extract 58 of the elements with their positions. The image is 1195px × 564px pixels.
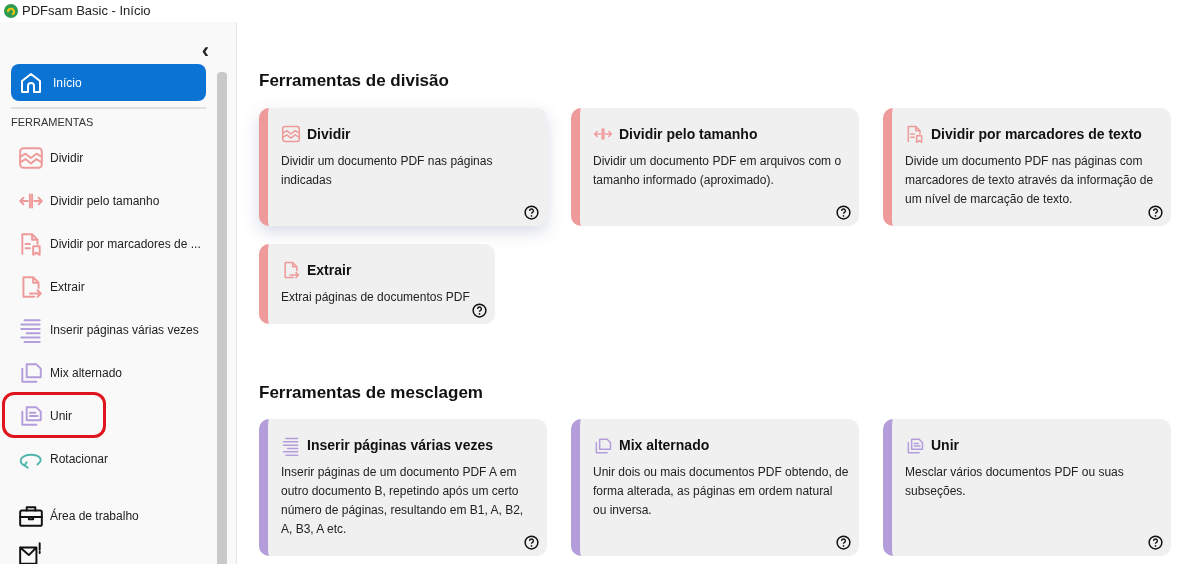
window-title: PDFsam Basic - Início [22, 2, 151, 21]
help-icon[interactable] [524, 204, 539, 220]
sidebar-item[interactable]: Unir [50, 407, 72, 425]
sidebar-item[interactable]: Extrair [50, 278, 85, 296]
sidebar-row[interactable]: Dividir pelo tamanho [0, 179, 217, 223]
lines-icon [281, 435, 301, 456]
card-description: Unir dois ou mais documentos PDF obtendo, de forma alterada, as páginas em ordem natural ou inversa. [593, 464, 849, 519]
sidebar-row[interactable]: Dividir por marcadores de ... [0, 222, 217, 266]
sidebar-item[interactable]: Área de trabalho [50, 506, 139, 525]
card-description: Extrai páginas de documentos PDF [281, 288, 471, 306]
help-icon[interactable] [1148, 204, 1163, 220]
card-title: Dividir por marcadores de texto [931, 124, 1142, 144]
envelope-icon [18, 540, 44, 564]
home-nav-item[interactable]: Início [11, 64, 206, 101]
tool-card[interactable]: Extrair Extrai páginas de documentos PDF [259, 243, 495, 324]
sidebar-row[interactable]: Dividir [0, 136, 217, 180]
section-heading: Ferramentas de divisão [259, 70, 450, 92]
card-title: Dividir pelo tamanho [619, 124, 758, 144]
tool-card[interactable]: Mix alternado Unir dois ou mais documentos PDF obtendo, de forma alterada, as páginas em ordem natural ou inversa. [571, 419, 859, 556]
sidebar-item[interactable]: Rotacionar [50, 450, 109, 468]
card-description: Mesclar vários documentos PDF ou suas subseções. [905, 464, 1125, 500]
collapse-button[interactable]: ‹ [201, 40, 209, 62]
card-title: Extrair [307, 260, 352, 280]
card-description: Inserir páginas de um documento PDF A em outro documento B, repetindo após um certo número de páginas, resultando em B1, A, B2, A, B3, A etc. [281, 464, 525, 538]
sidebar-row[interactable]: Rotacionar [0, 437, 217, 481]
help-icon[interactable] [472, 302, 487, 318]
sidebar-row[interactable]: Extrair [0, 265, 217, 309]
tool-card[interactable]: Dividir Dividir um documento PDF nas páginas indicadas [259, 107, 547, 226]
help-icon[interactable] [836, 535, 851, 550]
help-icon[interactable] [1148, 535, 1163, 550]
section-heading: Ferramentas de mesclagem [259, 381, 484, 404]
tool-card[interactable]: Inserir páginas várias vezes Inserir páginas de um documento PDF A em outro documento B, repetindo após um certo número de páginas, resultando em B1, A, B2, A, B3, A etc. [259, 419, 547, 556]
card-description: Divide um documento PDF nas páginas com marcadores de texto através da informação de um nível de marcação de texto. [905, 152, 1155, 208]
sidebar-item[interactable]: Mix alternado [50, 364, 123, 382]
tool-card[interactable]: Dividir por marcadores de texto Divide um documento PDF nas páginas com marcadores de texto através da informação de um nível de marcação de texto. [883, 107, 1171, 226]
tool-card[interactable]: Dividir pelo tamanho Dividir um documento PDF em arquivos com o tamanho informado (aproximado). [571, 107, 859, 226]
card-description: Dividir um documento PDF nas páginas indicadas [281, 152, 494, 189]
app-logo-icon [4, 4, 18, 18]
document-arrow-icon [281, 260, 301, 280]
scrollbar[interactable] [217, 72, 227, 564]
sidebar-item[interactable]: Dividir pelo tamanho [50, 192, 160, 210]
card-title: Mix alternado [619, 436, 710, 455]
help-icon[interactable] [524, 535, 539, 550]
card-title: Inserir páginas várias vezes [307, 436, 493, 455]
sidebar-item[interactable]: Dividir por marcadores de ... [50, 235, 201, 253]
help-icon[interactable] [836, 204, 851, 220]
card-title: Dividir [307, 124, 351, 144]
tool-card[interactable]: Unir Mesclar vários documentos PDF ou suas subseções. [883, 419, 1171, 556]
section-label: FERRAMENTAS [11, 115, 95, 130]
card-title: Unir [931, 436, 959, 455]
home-icon [19, 70, 43, 95]
sidebar-item[interactable]: Inserir páginas várias vezes [50, 321, 199, 339]
sidebar-row[interactable]: Inserir páginas várias vezes [0, 308, 217, 352]
sidebar-row[interactable]: Mix alternado [0, 351, 217, 395]
document-bookmark-icon [905, 124, 925, 144]
sidebar-item[interactable]: Dividir [50, 149, 84, 167]
card-description: Dividir um documento PDF em arquivos com o tamanho informado (aproximado). [593, 152, 843, 189]
wave-document-icon [281, 124, 301, 144]
